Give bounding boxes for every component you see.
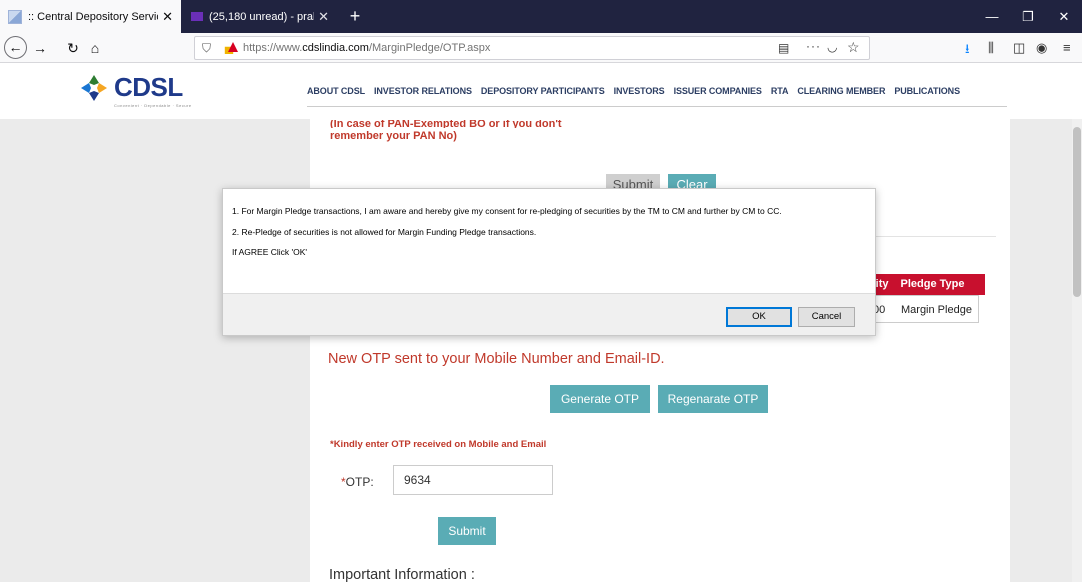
- nav-issuer-companies[interactable]: ISSUER COMPANIES: [674, 86, 762, 96]
- dialog-line-2: 2. Re-Pledge of securities is not allowe…: [232, 227, 537, 237]
- menu-icon[interactable]: ≡: [1063, 40, 1071, 55]
- pocket-icon[interactable]: ◡: [827, 40, 837, 54]
- otp-input[interactable]: 9634: [393, 465, 553, 495]
- reload-icon[interactable]: ↻: [62, 37, 84, 59]
- table-row: 00 Margin Pledge: [866, 295, 979, 323]
- account-icon[interactable]: ◉: [1036, 40, 1047, 56]
- download-icon[interactable]: ⭳: [965, 40, 970, 62]
- dialog-message: 1. For Margin Pledge transactions, I am …: [223, 189, 875, 293]
- otp-submit-button[interactable]: Submit: [438, 517, 496, 545]
- close-tab-icon[interactable]: ✕: [162, 10, 173, 23]
- close-window-button[interactable]: ✕: [1046, 0, 1082, 33]
- browser-tab-bar: :: Central Depository Services (I ✕ (25,…: [0, 0, 1082, 33]
- sidebar-icon[interactable]: ◫: [1013, 40, 1025, 56]
- page-actions-icon[interactable]: ···: [806, 39, 821, 53]
- table-cell-pledge-type: Margin Pledge: [901, 304, 972, 316]
- site-header: CDSL Convenient · Dependable · Secure AB…: [0, 64, 1082, 119]
- logo-text: CDSL: [114, 72, 183, 102]
- library-icon[interactable]: ⫼: [988, 40, 994, 56]
- dialog-line-3: If AGREE Click 'OK': [232, 247, 308, 257]
- home-icon[interactable]: ⌂: [84, 37, 106, 59]
- new-tab-button[interactable]: +: [344, 5, 366, 27]
- nav-depository-participants[interactable]: DEPOSITORY PARTICIPANTS: [481, 86, 605, 96]
- cdsl-favicon-icon: [8, 9, 22, 24]
- bookmark-star-icon[interactable]: ☆: [847, 39, 860, 56]
- mail-favicon-icon: [191, 12, 203, 21]
- nav-about-cdsl[interactable]: ABOUT CDSL: [307, 86, 365, 96]
- tab-title: (25,180 unread) - prabha_axn@: [209, 10, 314, 23]
- reader-view-icon[interactable]: ▤: [778, 41, 789, 55]
- nav-clearing-member[interactable]: CLEARING MEMBER: [797, 86, 885, 96]
- restore-button[interactable]: ❐: [1010, 0, 1046, 33]
- nav-rta[interactable]: RTA: [771, 86, 789, 96]
- cancel-button[interactable]: Cancel: [798, 307, 855, 327]
- pan-note: (In case of PAN-Exempted BO or if you do…: [330, 120, 562, 142]
- table-header-pledge-type: Pledge Type: [900, 278, 965, 290]
- generate-otp-button[interactable]: Generate OTP: [550, 385, 650, 413]
- nav-divider: [307, 106, 1007, 107]
- forward-arrow-icon[interactable]: →: [29, 37, 51, 59]
- cdsl-mark-icon: [81, 75, 107, 101]
- scrollbar-thumb[interactable]: [1073, 127, 1081, 297]
- nav-investors[interactable]: INVESTORS: [614, 86, 665, 96]
- address-bar[interactable]: ⛉ https://www.cdslindia.com/MarginPledge…: [194, 36, 870, 60]
- nav-investor-relations[interactable]: INVESTOR RELATIONS: [374, 86, 472, 96]
- back-arrow-icon[interactable]: ←: [4, 36, 27, 59]
- pledge-table-header: tity Pledge Type: [866, 274, 985, 295]
- url-text[interactable]: https://www.cdslindia.com/MarginPledge/O…: [243, 42, 490, 54]
- dialog-footer: OK Cancel: [223, 293, 875, 335]
- tab-title: :: Central Depository Services (I: [28, 10, 158, 23]
- confirm-dialog: 1. For Margin Pledge transactions, I am …: [222, 188, 876, 336]
- otp-label: *OTP:: [341, 475, 374, 489]
- dialog-line-1: 1. For Margin Pledge transactions, I am …: [232, 206, 782, 216]
- browser-nav-bar: ← → ↻ ⌂ ⛉ https://www.cdslindia.com/Marg…: [0, 33, 1082, 63]
- close-tab-icon[interactable]: ✕: [318, 10, 329, 23]
- minimize-button[interactable]: —: [974, 0, 1010, 33]
- important-information-heading: Important Information :: [329, 567, 475, 582]
- page-scrollbar[interactable]: [1072, 119, 1082, 582]
- otp-sent-message: New OTP sent to your Mobile Number and E…: [328, 351, 665, 367]
- ok-button[interactable]: OK: [726, 307, 792, 327]
- tab-mail[interactable]: (25,180 unread) - prabha_axn@ ✕: [183, 0, 337, 33]
- top-navigation: ABOUT CDSL INVESTOR RELATIONS DEPOSITORY…: [307, 86, 960, 96]
- tracking-shield-icon[interactable]: ⛉: [202, 41, 211, 56]
- otp-instruction: *Kindly enter OTP received on Mobile and…: [330, 439, 547, 450]
- logo-tagline: Convenient · Dependable · Secure: [114, 103, 192, 108]
- cdsl-logo[interactable]: CDSL Convenient · Dependable · Secure: [80, 72, 200, 112]
- nav-publications[interactable]: PUBLICATIONS: [894, 86, 960, 96]
- tab-cdsl[interactable]: :: Central Depository Services (I ✕: [0, 0, 181, 33]
- regenerate-otp-button[interactable]: Regenarate OTP: [658, 385, 768, 413]
